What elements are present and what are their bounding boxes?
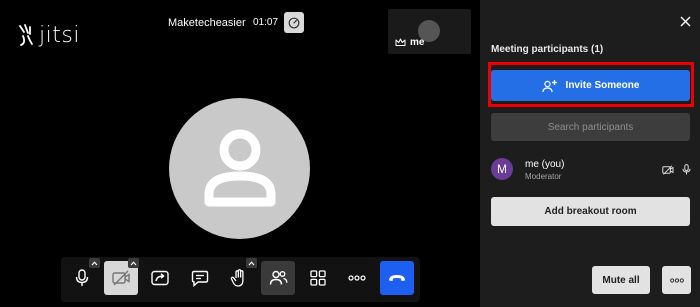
hangup-icon: [389, 275, 405, 281]
add-breakout-room-button[interactable]: Add breakout room: [491, 197, 690, 226]
participants-panel-title: Meeting participants (1): [491, 44, 604, 55]
participants-icon: [269, 270, 287, 285]
tile-view-button[interactable]: [301, 261, 335, 295]
jitsi-logo: jitsi: [17, 22, 80, 48]
add-user-icon: [541, 79, 557, 92]
participant-status-icons: [662, 164, 691, 175]
close-panel-button[interactable]: [677, 13, 693, 29]
raise-hand-icon: [230, 268, 244, 287]
share-screen-icon: [151, 270, 169, 286]
mute-all-button[interactable]: Mute all: [592, 266, 650, 294]
camera-off-icon: [662, 164, 674, 175]
thumbnail-label: me: [395, 37, 424, 48]
participants-button[interactable]: [261, 261, 295, 295]
microphone-icon: [75, 269, 89, 286]
invite-someone-button[interactable]: Invite Someone: [491, 70, 690, 101]
video-stage: jitsi Maketecheasier 01:07 me: [0, 0, 480, 307]
thumbnail-name: me: [410, 37, 425, 48]
panel-more-button[interactable]: [662, 266, 691, 294]
more-actions-button[interactable]: [340, 261, 374, 295]
invite-someone-label: Invite Someone: [565, 80, 640, 91]
close-icon: [680, 16, 690, 26]
microphone-icon: [682, 164, 691, 175]
meeting-toolbar: [61, 257, 420, 302]
participant-item[interactable]: M me (you) Moderator: [491, 155, 691, 183]
moderator-crown-icon: [395, 38, 406, 46]
chat-button[interactable]: [183, 261, 217, 295]
self-view-thumbnail[interactable]: me: [388, 9, 471, 54]
video-settings-caret[interactable]: [128, 258, 139, 268]
speedometer-icon: [288, 17, 300, 28]
chevron-up-icon: [130, 260, 137, 265]
participant-role: Moderator: [525, 172, 562, 181]
search-participants-input[interactable]: [491, 113, 690, 141]
logo-text: jitsi: [39, 22, 80, 48]
tile-view-icon: [310, 270, 326, 286]
participant-avatar: M: [491, 158, 513, 180]
chevron-up-icon: [91, 260, 98, 265]
meeting-timer: 01:07: [253, 17, 279, 28]
participant-name: me (you): [525, 159, 565, 170]
reactions-caret[interactable]: [246, 258, 257, 268]
meeting-title: Maketecheasier: [168, 17, 246, 29]
chevron-up-icon: [248, 260, 255, 265]
audio-settings-caret[interactable]: [89, 258, 100, 268]
more-icon: [348, 275, 366, 281]
jitsi-logo-icon: [19, 24, 33, 46]
more-icon: [669, 277, 684, 283]
leave-meeting-button[interactable]: [380, 261, 414, 295]
camera-off-icon: [112, 270, 130, 286]
chat-icon: [191, 270, 209, 287]
participants-panel: Meeting participants (1) Invite Someone …: [480, 0, 700, 307]
user-silhouette-icon: [204, 129, 275, 206]
share-screen-button[interactable]: [143, 261, 177, 295]
participant-avatar-large: [169, 98, 310, 239]
connection-stats-button[interactable]: [284, 12, 304, 33]
